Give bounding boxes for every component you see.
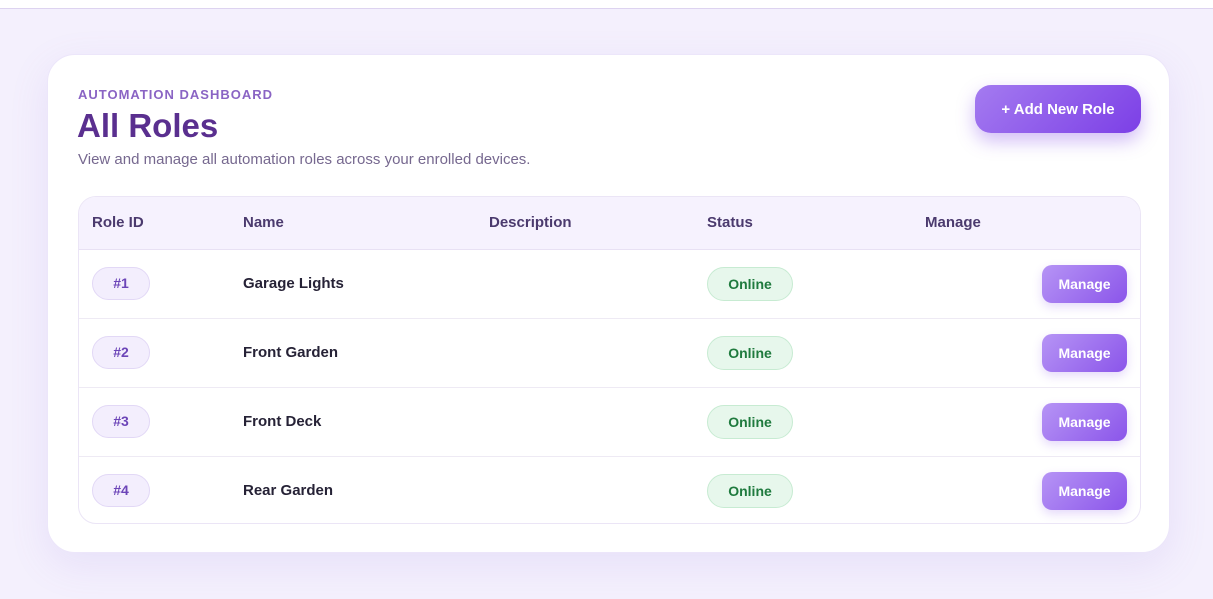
column-header-manage: Manage [925,197,1140,250]
manage-button[interactable]: Manage [1042,471,1127,510]
status-badge: Online [707,404,793,439]
section-eyebrow: AUTOMATION DASHBOARD [78,87,274,102]
role-name: Rear Garden [243,482,334,500]
manage-button[interactable]: Manage [1042,333,1127,372]
column-header-status[interactable]: Status [707,197,925,250]
table-row: #1 Garage Lights Online Manage [79,249,1140,318]
manage-button[interactable]: Manage [1042,402,1127,441]
table-row: #4 Rear Garden Online Manage [79,456,1140,523]
column-header-name[interactable]: Name [243,197,489,250]
status-badge: Online [707,473,793,508]
role-name: Front Deck [243,413,322,430]
table-row: #3 Front Deck Online Manage [79,387,1140,456]
role-id-badge: #2 [92,336,150,369]
column-header-role-id[interactable]: Role ID [79,197,243,250]
manage-button[interactable]: Manage [1042,264,1127,303]
table-header-row: Role ID Name Description Status Manage [79,197,1140,250]
role-id-badge: #3 [92,405,150,438]
status-badge: Online [707,335,793,370]
role-id-badge: #1 [92,267,150,300]
status-badge: Online [707,266,793,301]
page-title: All Roles [77,107,219,144]
page-subtitle: View and manage all automation roles acr… [78,151,531,168]
table-row: #2 Front Garden Online Manage [79,318,1140,387]
roles-table: Role ID Name Description Status Manage #… [78,196,1141,524]
role-id-badge: #4 [92,474,150,508]
column-header-description[interactable]: Description [489,197,707,250]
role-name: Front Garden [243,344,339,361]
role-name: Garage Lights [243,275,344,292]
top-bar [0,0,1213,9]
roles-card: AUTOMATION DASHBOARD All Roles View and … [47,54,1170,553]
add-new-role-button[interactable]: + Add New Role [975,85,1141,133]
